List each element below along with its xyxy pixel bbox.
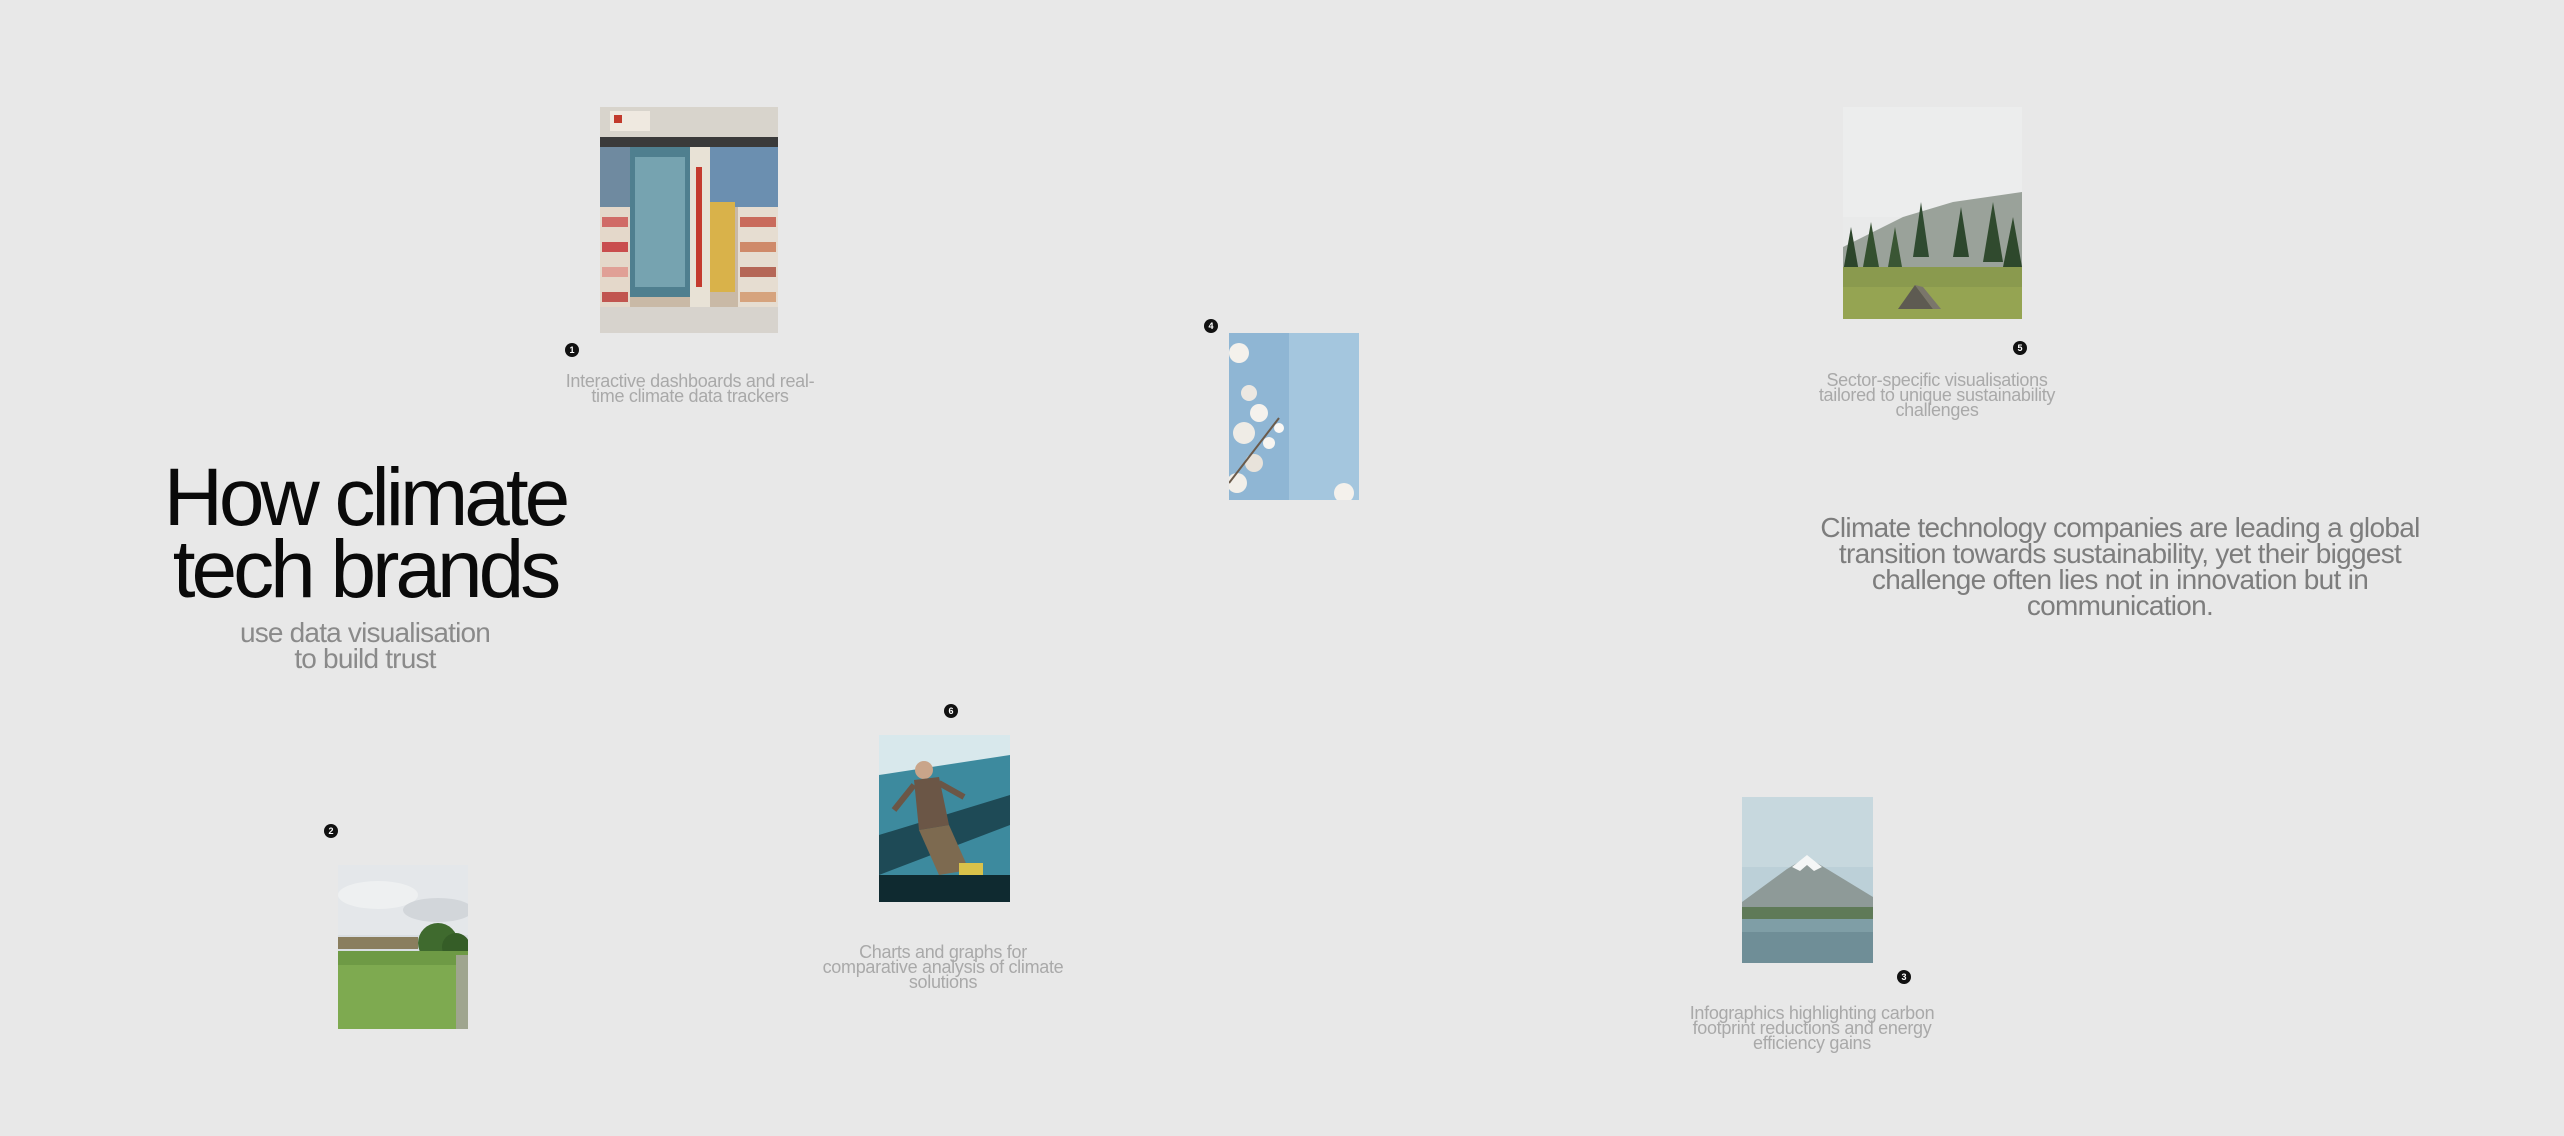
item-caption: Infographics highlighting carbon footpri…	[1662, 1004, 1962, 1053]
item-caption: Interactive dashboards and real- time cl…	[540, 372, 840, 406]
item-caption-line: efficiency gains	[1753, 1033, 1871, 1053]
item-number-badge: 2	[324, 824, 338, 838]
item-caption-line: time climate data trackers	[591, 386, 789, 406]
item-number-badge: 3	[1897, 970, 1911, 984]
mountain-lake-photo[interactable]	[1742, 797, 1873, 963]
blossom-sky-photo[interactable]	[1229, 333, 1359, 500]
page-title: How climate tech brands	[110, 457, 620, 615]
item-caption: Charts and graphs for comparative analys…	[793, 943, 1093, 992]
item-caption-line: challenges	[1895, 400, 1979, 420]
storefront-photo[interactable]	[600, 107, 778, 333]
item-number-badge: 1	[565, 343, 579, 357]
item-number-badge: 5	[2013, 341, 2027, 355]
page-title-line-2: tech brands	[172, 524, 562, 615]
intro-paragraph: Climate technology companies are leading…	[1820, 512, 2420, 621]
page-subtitle-line-2: to build trust	[294, 643, 436, 674]
item-caption-line: solutions	[908, 972, 978, 992]
item-caption: Sector-specific visualisations tailored …	[1787, 371, 2087, 420]
forest-tent-photo[interactable]	[1843, 107, 2022, 319]
meadow-photo[interactable]	[338, 865, 468, 1029]
item-number-badge: 6	[944, 704, 958, 718]
skater-ramp-photo[interactable]	[879, 735, 1010, 902]
item-number-badge: 4	[1204, 319, 1218, 333]
page-subtitle: use data visualisation to build trust	[160, 619, 570, 674]
